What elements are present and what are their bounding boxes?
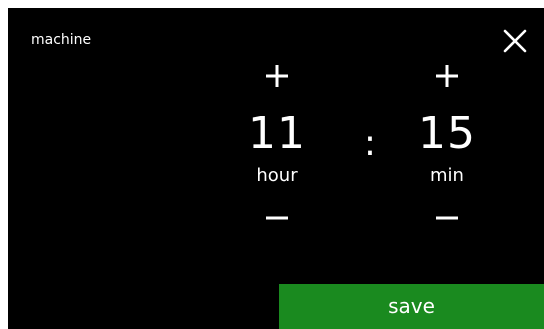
- app-title: machine: [31, 32, 92, 48]
- minute-increment-button[interactable]: [402, 56, 492, 96]
- hour-decrement-button[interactable]: [232, 198, 322, 238]
- plus-icon: [266, 65, 288, 87]
- close-button[interactable]: [502, 28, 528, 54]
- time-setting-screen: machine 11 hour : 15 min save: [8, 8, 544, 329]
- close-icon: [503, 29, 527, 53]
- minute-decrement-button[interactable]: [402, 198, 492, 238]
- hour-value: 11: [248, 108, 306, 159]
- minute-value: 15: [418, 108, 476, 159]
- save-button[interactable]: save: [279, 284, 544, 329]
- minus-icon: [436, 216, 458, 220]
- time-separator: :: [363, 123, 377, 164]
- minute-unit-label: min: [430, 165, 464, 186]
- hour-increment-button[interactable]: [232, 56, 322, 96]
- plus-icon: [436, 65, 458, 87]
- minus-icon: [266, 216, 288, 220]
- hour-unit-label: hour: [256, 165, 298, 186]
